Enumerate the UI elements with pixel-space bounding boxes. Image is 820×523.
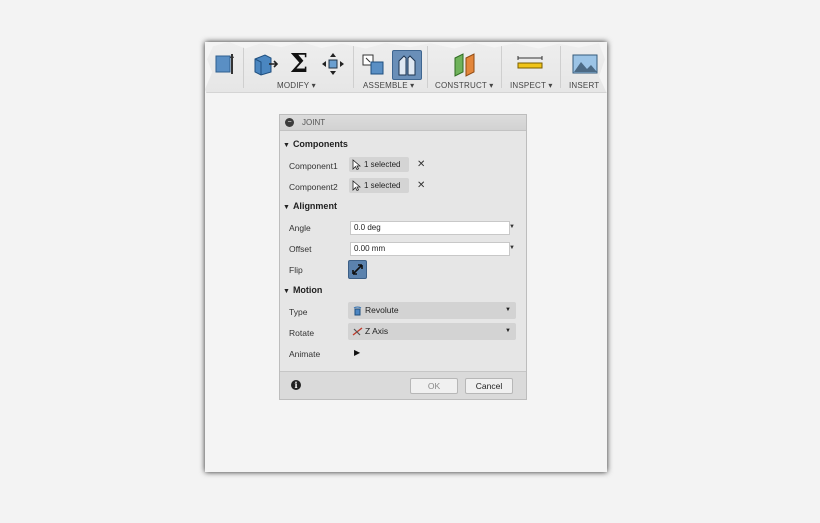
construct-menu[interactable]: CONSTRUCT ▾ (435, 81, 494, 90)
dialog-footer: i OK Cancel (280, 371, 526, 399)
component1-select[interactable]: 1 selected (349, 157, 409, 172)
joint-tool-icon[interactable] (392, 50, 422, 80)
assemble-menu[interactable]: ASSEMBLE ▾ (363, 81, 414, 90)
info-icon[interactable]: i (291, 380, 301, 390)
components-section-header[interactable]: ▼ Components (283, 139, 348, 149)
inspect-menu[interactable]: INSPECT ▾ (510, 81, 553, 90)
clear-component1-icon[interactable]: ✕ (417, 159, 425, 170)
animate-label: Animate (289, 349, 321, 359)
component2-label: Component2 (289, 182, 338, 192)
screenshot-frame: Σ MODIFY ▾ ASSEMBLE ▾ CONSTRUCT ▾ INSPEC… (205, 42, 607, 472)
motion-type-select[interactable]: Revolute ▼ (348, 302, 516, 319)
rotate-label: Rotate (289, 328, 315, 338)
toolbar-separator (243, 46, 244, 88)
component2-select[interactable]: 1 selected (349, 178, 409, 193)
offset-input[interactable]: 0.00 mm (350, 242, 510, 256)
compute-sigma-icon[interactable]: Σ (285, 50, 313, 78)
axis-icon (352, 327, 363, 336)
play-icon[interactable]: ▶ (354, 348, 360, 357)
alignment-section-header[interactable]: ▼ Alignment (283, 201, 337, 211)
toolbar-separator (353, 46, 354, 88)
modify-menu[interactable]: MODIFY ▾ (277, 81, 316, 90)
ribbon-toolbar: Σ MODIFY ▾ ASSEMBLE ▾ CONSTRUCT ▾ INSPEC… (205, 42, 607, 93)
angle-dropdown-icon[interactable]: ▼ (509, 224, 515, 230)
dialog-title-bar: − JOINT (280, 115, 526, 131)
dialog-title: JOINT (302, 118, 326, 127)
collapse-icon[interactable]: − (285, 118, 294, 127)
insert-menu[interactable]: INSERT (569, 81, 599, 90)
flip-label: Flip (289, 265, 303, 275)
new-component-icon[interactable] (359, 50, 387, 78)
revolute-icon (353, 306, 362, 316)
collapse-triangle-icon: ▼ (283, 204, 290, 211)
offset-label: Offset (289, 244, 312, 254)
toolbar-separator (501, 46, 502, 88)
sketch-tool-icon[interactable] (211, 50, 239, 78)
motion-section-header[interactable]: ▼ Motion (283, 285, 322, 295)
dropdown-caret-icon: ▼ (505, 328, 511, 334)
insert-image-icon[interactable] (571, 50, 599, 78)
select-cursor-icon (352, 159, 361, 170)
collapse-triangle-icon: ▼ (283, 142, 290, 149)
measure-icon[interactable] (516, 50, 544, 78)
toolbar-separator (560, 46, 561, 88)
move-icon[interactable] (319, 50, 347, 78)
toolbar-separator (427, 46, 428, 88)
ok-button[interactable]: OK (410, 378, 458, 394)
flip-button[interactable] (348, 260, 367, 279)
collapse-triangle-icon: ▼ (283, 288, 290, 295)
offset-plane-icon[interactable] (451, 50, 479, 78)
dropdown-caret-icon: ▼ (505, 307, 511, 313)
component1-label: Component1 (289, 161, 338, 171)
cancel-button[interactable]: Cancel (465, 378, 513, 394)
press-pull-icon[interactable] (251, 50, 279, 78)
angle-input[interactable]: 0.0 deg (350, 221, 510, 235)
rotate-axis-select[interactable]: Z Axis ▼ (348, 323, 516, 340)
select-cursor-icon (352, 180, 361, 191)
screenshot-paper: Σ MODIFY ▾ ASSEMBLE ▾ CONSTRUCT ▾ INSPEC… (205, 42, 607, 472)
type-label: Type (289, 307, 308, 317)
clear-component2-icon[interactable]: ✕ (417, 180, 425, 191)
joint-dialog: − JOINT ▼ Components Component1 1 selecte… (279, 114, 527, 400)
flip-arrows-icon (352, 264, 363, 275)
angle-label: Angle (289, 223, 311, 233)
offset-dropdown-icon[interactable]: ▼ (509, 245, 515, 251)
